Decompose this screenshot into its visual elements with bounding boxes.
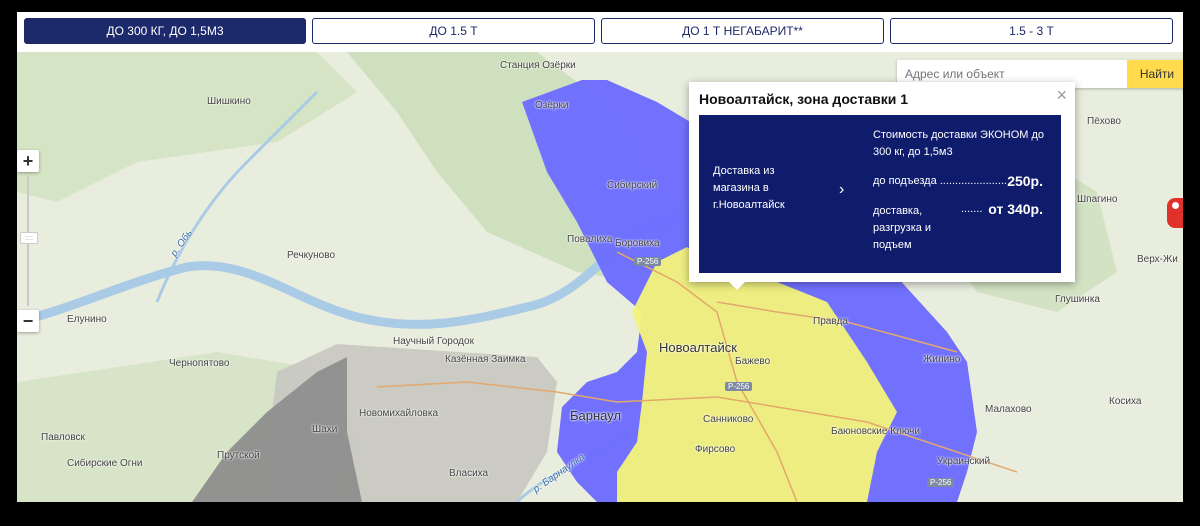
chevron-right-icon: › xyxy=(839,181,845,198)
tab-up-to-1t-oversize[interactable]: ДО 1 Т НЕГАБАРИТ** xyxy=(601,18,884,44)
tab-up-to-300kg[interactable]: ДО 300 КГ, ДО 1,5М3 xyxy=(24,18,306,44)
label-chernopyatovo: Чернопятово xyxy=(169,358,230,369)
label-shakhi: Шахи xyxy=(312,424,338,435)
label-elunino: Елунино xyxy=(67,314,107,325)
price-row-to-entrance: до подъезда ...................... 250р. xyxy=(873,173,1057,189)
label-shishkino: Шишкино xyxy=(207,96,251,107)
label-ozerki: Озёрки xyxy=(535,100,569,111)
price-details: Стоимость доставки ЭКОНОМ до 300 кг, до … xyxy=(873,127,1057,251)
label-zhilino: Жилино xyxy=(923,354,961,365)
price-header: Стоимость доставки ЭКОНОМ до 300 кг, до … xyxy=(873,129,1045,158)
label-nauchny-gorodok: Научный Городок xyxy=(393,336,474,347)
label-prutskoy: Прутской xyxy=(217,450,260,461)
label-kazennaya-zaimka: Казённая Заимка xyxy=(445,354,526,365)
label-glushinka: Глушинка xyxy=(1055,294,1100,305)
road-sign-r256: Р-256 xyxy=(927,478,955,487)
delivery-price-card: Доставка из магазина в г.Новоалтайск › С… xyxy=(699,115,1061,273)
price-row-value: 250р. xyxy=(1007,173,1043,189)
label-vlasikha: Власиха xyxy=(449,468,489,479)
price-row-unloading: доставка, разгрузка и подъем ....... от … xyxy=(873,201,1057,254)
label-povalikha: Повалиха xyxy=(567,234,613,245)
zoom-in-button[interactable]: + xyxy=(17,150,39,172)
road-sign-r256: Р-256 xyxy=(725,382,753,391)
label-ozerki-station: Станция Озёрки xyxy=(500,60,576,71)
zoom-out-button[interactable]: − xyxy=(17,310,39,332)
label-bazhevo: Бажево xyxy=(735,356,771,367)
label-pravda: Правда xyxy=(813,316,848,327)
zoom-slider-handle[interactable]: :::: xyxy=(20,232,38,244)
balloon-title: Новоалтайск, зона доставки 1 xyxy=(699,91,909,107)
label-barnaul: Барнаул xyxy=(570,408,622,423)
label-novoaltaysk: Новоалтайск xyxy=(659,340,737,355)
tab-up-to-1-5t[interactable]: ДО 1.5 Т xyxy=(312,18,595,44)
label-ukrainsky: Украинский xyxy=(937,456,991,467)
zone-info-balloon: Новоалтайск, зона доставки 1 × Доставка … xyxy=(689,82,1075,290)
delivery-origin-text: Доставка из магазина в г.Новоалтайск xyxy=(713,165,785,211)
forest-area xyxy=(17,52,357,202)
close-icon[interactable]: × xyxy=(1056,86,1067,104)
price-row-dots: ....... xyxy=(961,203,983,215)
label-borovikha: Боровиха xyxy=(615,238,660,249)
delivery-map-widget: ДО 300 КГ, ДО 1,5М3 ДО 1.5 Т ДО 1 Т НЕГА… xyxy=(17,12,1183,502)
search-button[interactable]: Найти xyxy=(1127,60,1183,88)
price-row-label: доставка, разгрузка и подъем xyxy=(873,205,932,251)
label-malakhovo: Малахово xyxy=(985,404,1032,415)
price-row-label: до подъезда ...................... xyxy=(873,175,1007,187)
label-rechkunovo: Речкуново xyxy=(287,250,336,261)
label-novomikhaylovka: Новомихайловка xyxy=(359,408,439,419)
label-pavlovsk: Павловск xyxy=(41,432,85,443)
pin-dot xyxy=(1172,202,1179,209)
label-shpagino: Шпагино xyxy=(1077,194,1118,205)
map-canvas[interactable]: Станция Озёрки Озёрки Шишкино Сибирский … xyxy=(17,52,1183,502)
label-sibirsky: Сибирский xyxy=(607,180,658,191)
road-sign-r256: Р-256 xyxy=(634,257,662,266)
label-bayunovskie-klyuchi: Баюновские Ключи xyxy=(831,426,920,437)
label-sibirskie-ogni: Сибирские Огни xyxy=(67,458,143,469)
weight-category-tabs: ДО 300 КГ, ДО 1,5М3 ДО 1.5 Т ДО 1 Т НЕГА… xyxy=(17,12,1183,52)
map-pin-icon[interactable] xyxy=(1167,198,1183,228)
price-row-value: от 340р. xyxy=(988,201,1043,217)
label-kosikha: Косиха xyxy=(1109,396,1142,407)
label-sannikovo: Санниково xyxy=(703,414,754,425)
tab-1-5-to-3t[interactable]: 1.5 - 3 Т xyxy=(890,18,1173,44)
label-verkh-zh: Верх-Жи xyxy=(1137,254,1178,265)
label-pekhovo: Пёхово xyxy=(1087,116,1121,127)
label-firsovo: Фирсово xyxy=(695,444,736,455)
